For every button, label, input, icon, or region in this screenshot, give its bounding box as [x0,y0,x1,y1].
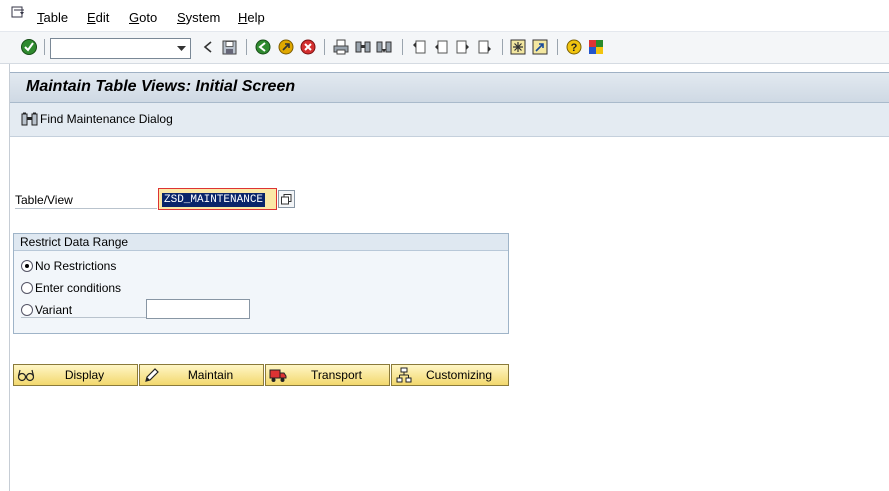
menu-table[interactable]: Table [37,10,68,25]
separator [324,39,325,55]
separator [44,39,45,55]
customizing-label: Customizing [425,368,493,382]
svg-text:?: ? [571,42,578,54]
command-field[interactable] [50,38,191,59]
table-view-label: Table/View [15,193,73,207]
group-title: Restrict Data Range [14,234,508,251]
table-view-label-underline [15,208,157,209]
exit-icon[interactable] [277,38,295,56]
display-button[interactable]: Display [13,364,138,386]
application-toolbar: Find Maintenance Dialog [10,103,889,137]
separator [557,39,558,55]
radio-enter-conditions[interactable]: Enter conditions [21,281,121,295]
back-arrow-icon[interactable] [199,38,217,56]
customizing-button[interactable]: Customizing [391,364,509,386]
find-maintenance-dialog-button[interactable]: Find Maintenance Dialog [21,112,173,126]
pencil-icon [143,367,161,383]
transport-button[interactable]: Transport [265,364,390,386]
find-maintenance-dialog-label: Find Maintenance Dialog [40,112,173,126]
radio-button[interactable] [21,304,33,316]
binoculars-icon [21,112,38,126]
radio-variant[interactable]: Variant [21,303,72,317]
menu-help[interactable]: Help [238,10,265,25]
menu-system[interactable]: System [177,10,220,25]
shortcut-icon[interactable] [531,38,549,56]
first-page-icon[interactable] [410,38,428,56]
print-icon[interactable] [332,38,350,56]
enter-icon[interactable] [20,38,38,56]
transport-label: Transport [311,368,362,382]
cancel-icon[interactable] [299,38,317,56]
radio-no-restrictions[interactable]: No Restrictions [21,259,116,273]
value-help-button[interactable] [278,190,295,208]
glasses-icon [17,367,35,383]
variant-input[interactable] [146,299,250,319]
back-icon[interactable] [254,38,272,56]
next-page-icon[interactable] [454,38,472,56]
title-bar: Maintain Table Views: Initial Screen [10,72,889,103]
separator [402,39,403,55]
hierarchy-icon [395,367,413,383]
separator [246,39,247,55]
system-menu-icon[interactable] [11,6,25,19]
menu-edit-rest: dit [95,10,110,25]
radio-label-variant: Variant [35,303,73,317]
command-input[interactable] [51,39,171,58]
customize-layout-icon[interactable] [587,38,605,56]
value-help-icon [281,193,292,204]
maintain-label: Maintain [187,368,234,382]
menu-bar: Table Edit Goto System Help [0,0,889,32]
previous-page-icon[interactable] [432,38,450,56]
radio-label-enter-conditions: Enter conditions [35,281,122,295]
chevron-down-icon[interactable] [172,39,190,58]
menu-goto[interactable]: Goto [129,10,157,25]
save-icon[interactable] [220,38,238,56]
display-label: Display [64,368,105,382]
radio-button-checked[interactable] [21,260,33,272]
find-next-icon[interactable] [375,38,393,56]
radio-label-no-restrictions: No Restrictions [35,259,117,273]
radio-button[interactable] [21,282,33,294]
menu-goto-rest: oto [139,10,158,25]
table-view-input[interactable]: ZSD_MAINTENANCE [158,188,277,210]
left-frame-edge [0,64,10,491]
maintain-button[interactable]: Maintain [139,364,264,386]
standard-toolbar: ? [0,32,889,64]
truck-icon [269,367,287,383]
menu-help-rest: elp [247,10,265,25]
menu-table-rest: able [43,10,69,25]
last-page-icon[interactable] [476,38,494,56]
page-title: Maintain Table Views: Initial Screen [26,78,296,95]
menu-system-rest: ystem [185,10,221,25]
help-icon[interactable]: ? [565,38,583,56]
table-view-value: ZSD_MAINTENANCE [162,193,266,207]
menu-edit[interactable]: Edit [87,10,109,25]
find-icon[interactable] [354,38,372,56]
create-session-icon[interactable] [509,38,527,56]
separator [502,39,503,55]
variant-label-underline [21,317,146,318]
